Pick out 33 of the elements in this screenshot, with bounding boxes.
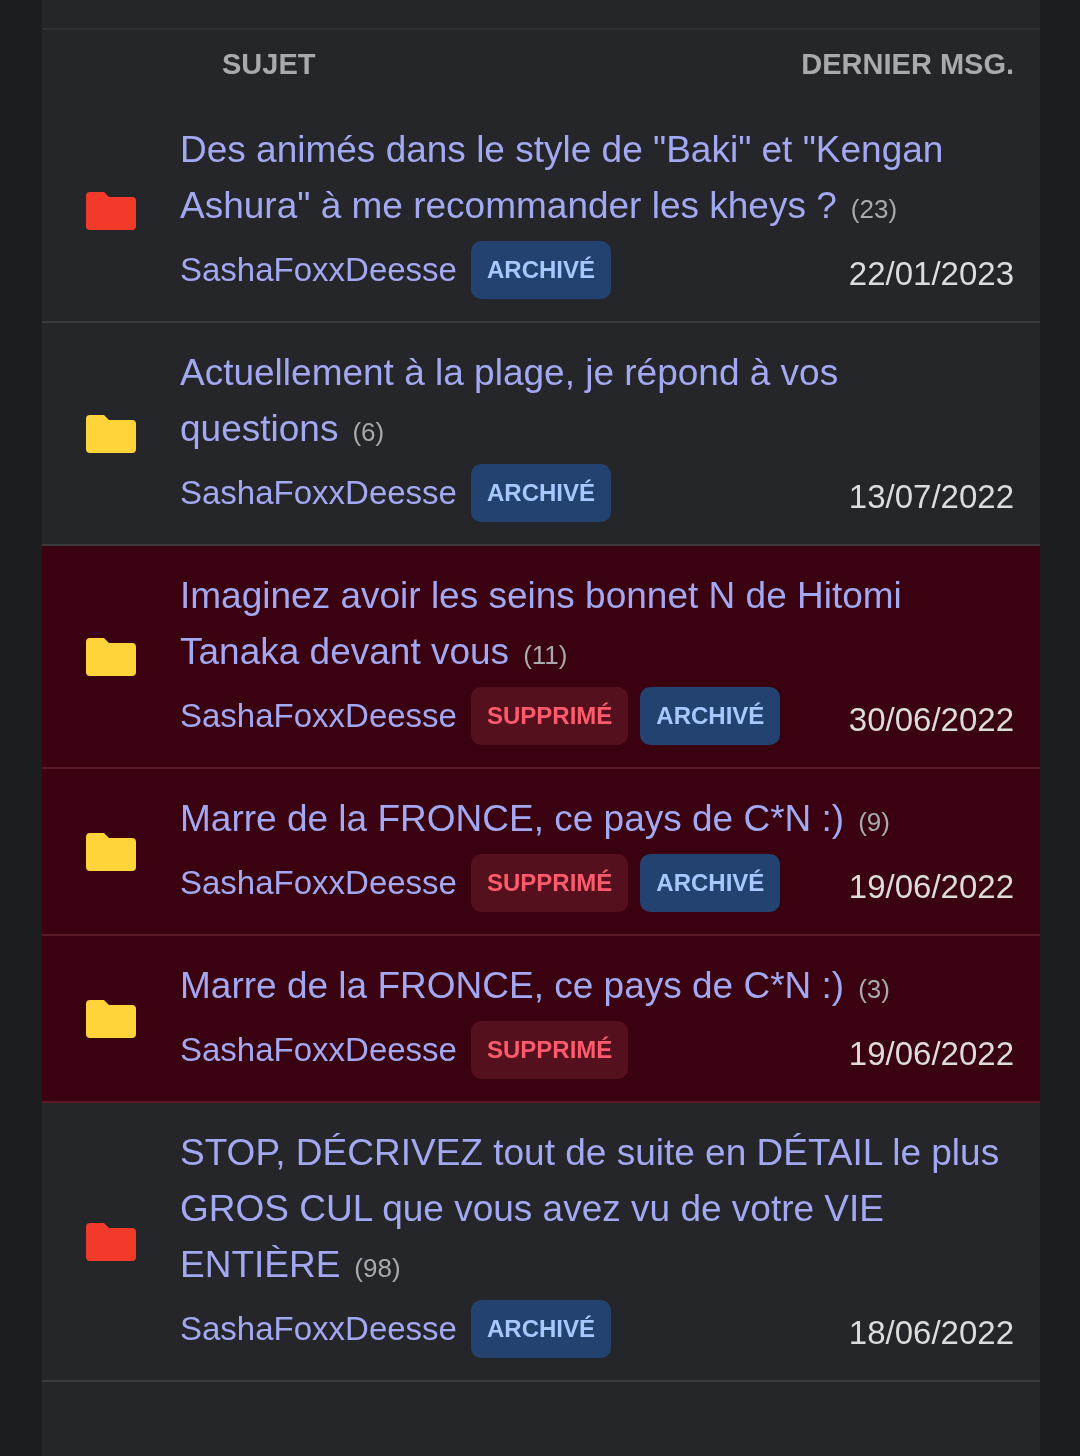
- status-tag: ARCHIVÉ: [640, 854, 781, 912]
- status-tag: ARCHIVÉ: [640, 687, 781, 745]
- last-message-date: 19/06/2022: [848, 1035, 1014, 1073]
- last-message-date: 13/07/2022: [848, 478, 1014, 516]
- topic-row[interactable]: Des animés dans le style de "Baki" et "Kengan Ashura" à me recommander les kheys ? (23) SashaFoxxDeesse ARCHIVÉ 22/01/2023: [42, 100, 1040, 323]
- last-message-date: 22/01/2023: [848, 255, 1014, 293]
- last-message-date: 30/06/2022: [848, 701, 1014, 739]
- author-link[interactable]: SashaFoxxDeesse: [180, 864, 457, 902]
- author-link[interactable]: SashaFoxxDeesse: [180, 1310, 457, 1348]
- status-tag: ARCHIVÉ: [471, 241, 611, 299]
- author-link[interactable]: SashaFoxxDeesse: [180, 697, 457, 735]
- topic-row[interactable]: Marre de la FRONCE, ce pays de C*N :) (3) SashaFoxxDeesse SUPPRIMÉ 19/06/2022: [42, 936, 1040, 1103]
- status-tag: SUPPRIMÉ: [471, 1021, 629, 1079]
- last-message-date: 19/06/2022: [848, 868, 1014, 906]
- topic-row[interactable]: Marre de la FRONCE, ce pays de C*N :) (9) SashaFoxxDeesse SUPPRIMÉ ARCHIVÉ 19/06/2022: [42, 769, 1040, 936]
- author-link[interactable]: SashaFoxxDeesse: [180, 474, 457, 512]
- column-header: DERNIER MSG.: [801, 48, 1014, 82]
- topic-row[interactable]: STOP, DÉCRIVEZ tout de suite en DÉTAIL le plus GROS CUL que vous avez vu de votre VIE ENTIÈRE (98) SashaFoxxDeesse ARCHIVÉ 18/06/2022: [42, 1103, 1040, 1382]
- topic-title-link[interactable]: Marre de la FRONCE, ce pays de C*N :) (9): [180, 791, 1010, 850]
- topic-title-link[interactable]: Des animés dans le style de "Baki" et "Kengan Ashura" à me recommander les kheys ? (23): [180, 122, 1010, 237]
- column-header: SUJET: [222, 48, 316, 82]
- status-tag: SUPPRIMÉ: [471, 854, 629, 912]
- status-tag: SUPPRIMÉ: [471, 687, 629, 745]
- topic-title-link[interactable]: Marre de la FRONCE, ce pays de C*N :) (3): [180, 958, 1010, 1017]
- status-tag: ARCHIVÉ: [471, 1300, 611, 1358]
- topic-title-link[interactable]: Imaginez avoir les seins bonnet N de Hitomi Tanaka devant vous (11): [180, 568, 1010, 683]
- status-tag: ARCHIVÉ: [471, 464, 611, 522]
- author-link[interactable]: SashaFoxxDeesse: [180, 1031, 457, 1069]
- topic-title-link[interactable]: STOP, DÉCRIVEZ tout de suite en DÉTAIL le plus GROS CUL que vous avez vu de votre VIE ENTIÈRE (98): [180, 1125, 1010, 1296]
- topic-row[interactable]: Imaginez avoir les seins bonnet N de Hitomi Tanaka devant vous (11) SashaFoxxDeesse SUPPRIMÉ ARCHIVÉ 30/06/2022: [42, 546, 1040, 769]
- last-message-date: 18/06/2022: [848, 1314, 1014, 1352]
- author-link[interactable]: SashaFoxxDeesse: [180, 251, 457, 289]
- topic-title-link[interactable]: Actuellement à la plage, je répond à vos questions (6): [180, 345, 1010, 460]
